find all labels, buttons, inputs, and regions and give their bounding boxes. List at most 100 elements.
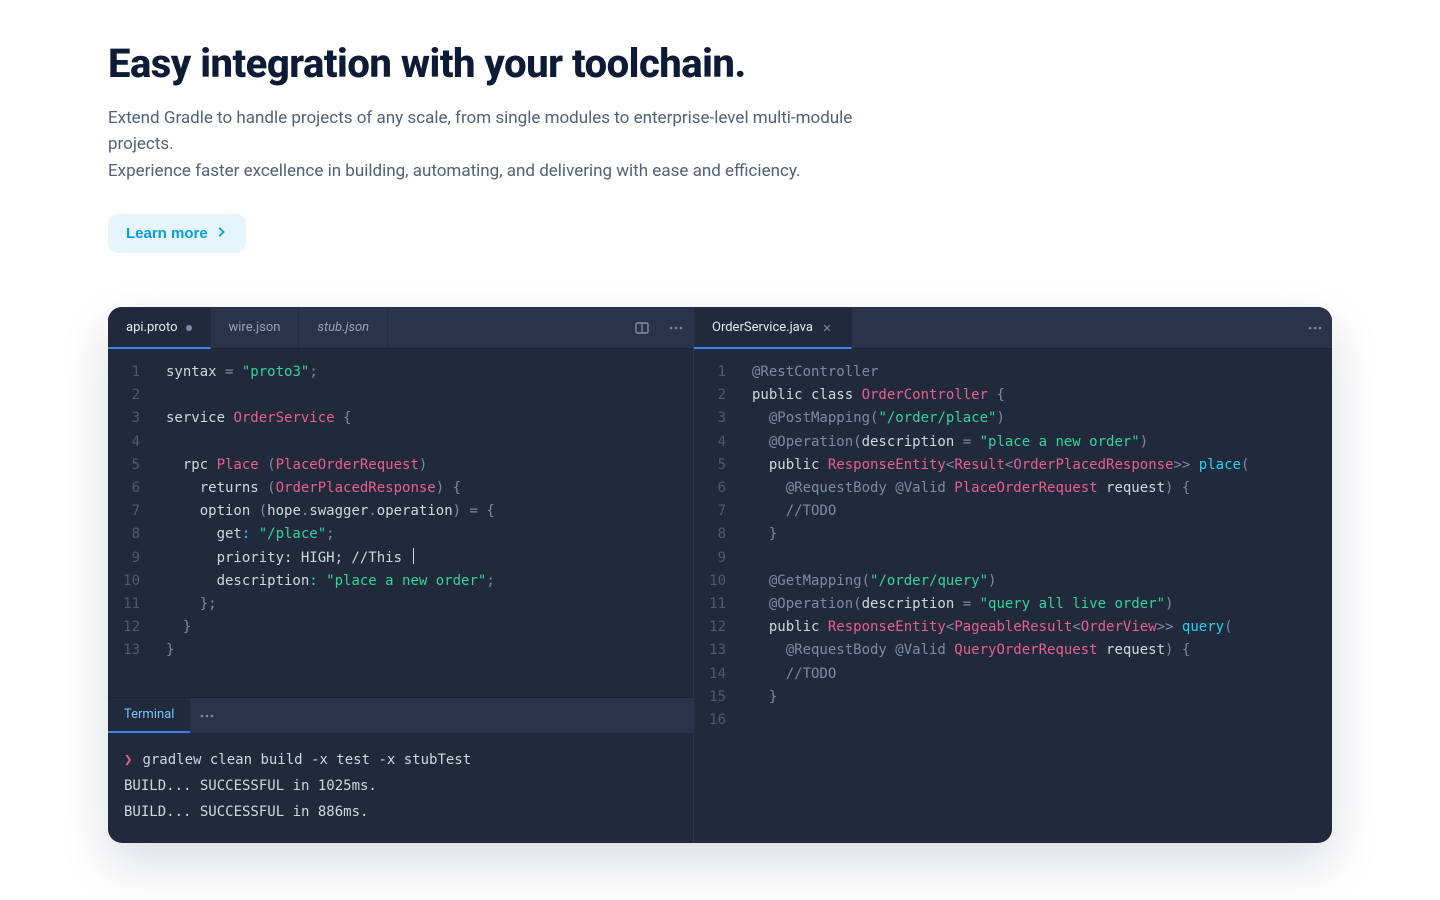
right-code-area[interactable]: 1@RestController2public class OrderContr… (694, 349, 1332, 843)
terminal-text: BUILD... SUCCESSFUL in 886ms. (124, 804, 368, 820)
chevron-right-icon (216, 225, 228, 242)
code-line: 7 option (hope.swagger.operation) = { (108, 500, 693, 523)
code-line: 1syntax = "proto3"; (108, 361, 693, 384)
learn-more-label: Learn more (126, 225, 208, 242)
code-line: 13 @RequestBody @Valid QueryOrderRequest… (694, 639, 1332, 662)
code-text: get: "/place"; (154, 523, 693, 546)
code-text: service OrderService { (154, 407, 693, 430)
subtitle-line-1: Extend Gradle to handle projects of any … (108, 108, 852, 154)
code-text: }; (154, 593, 693, 616)
line-number: 10 (108, 570, 154, 593)
code-line: 7 //TODO (694, 500, 1332, 523)
line-number: 16 (694, 709, 740, 732)
code-text: public ResponseEntity<Result<OrderPlaced… (740, 454, 1332, 477)
code-text: @RequestBody @Valid PlaceOrderRequest re… (740, 477, 1332, 500)
terminal-tab[interactable]: Terminal (108, 698, 190, 733)
tab-api-proto[interactable]: api.proto (108, 308, 211, 349)
more-icon[interactable] (1298, 307, 1332, 348)
line-number: 5 (108, 454, 154, 477)
line-number: 3 (108, 407, 154, 430)
tab-orderservice-java[interactable]: OrderService.java (694, 308, 852, 349)
code-text: } (740, 686, 1332, 709)
prompt-icon: ❯ (124, 752, 132, 768)
code-text: syntax = "proto3"; (154, 361, 693, 384)
tab-label: api.proto (126, 320, 178, 335)
line-number: 9 (694, 547, 740, 570)
code-line: 3 @PostMapping("/order/place") (694, 407, 1332, 430)
code-line: 13} (108, 639, 693, 662)
code-line: 2public class OrderController { (694, 384, 1332, 407)
code-line: 12 } (108, 616, 693, 639)
right-tab-bar: OrderService.java (694, 307, 1332, 349)
code-text: @GetMapping("/order/query") (740, 570, 1332, 593)
code-text: public class OrderController { (740, 384, 1332, 407)
line-number: 11 (108, 593, 154, 616)
left-code-area[interactable]: 1syntax = "proto3";23service OrderServic… (108, 349, 693, 697)
code-text: } (154, 616, 693, 639)
terminal-line: ❯gradlew clean build -x test -x stubTest (124, 747, 677, 773)
modified-dot-icon (186, 325, 192, 331)
code-text: @PostMapping("/order/place") (740, 407, 1332, 430)
line-number: 14 (694, 663, 740, 686)
code-line: 14 //TODO (694, 663, 1332, 686)
code-text: description: "place a new order"; (154, 570, 693, 593)
code-line: 9 (694, 547, 1332, 570)
editor-right-pane: OrderService.java 1@RestController2publi… (694, 307, 1332, 843)
code-line: 4 (108, 431, 693, 454)
code-text: //TODO (740, 663, 1332, 686)
split-editor-icon[interactable] (625, 307, 659, 348)
code-line: 2 (108, 384, 693, 407)
code-line: 6 returns (OrderPlacedResponse) { (108, 477, 693, 500)
ide-window: api.proto wire.json stub.json 1syntax = "p… (108, 307, 1332, 843)
code-text: rpc Place (PlaceOrderRequest) (154, 454, 693, 477)
terminal-output[interactable]: ❯gradlew clean build -x test -x stubTest… (108, 733, 693, 843)
tab-label: wire.json (229, 320, 281, 335)
line-number: 8 (694, 523, 740, 546)
terminal-tab-bar: Terminal (108, 697, 693, 733)
code-line: 10 description: "place a new order"; (108, 570, 693, 593)
code-text: public ResponseEntity<PageableResult<Ord… (740, 616, 1332, 639)
line-number: 1 (108, 361, 154, 384)
code-text (154, 384, 693, 407)
code-line: 1@RestController (694, 361, 1332, 384)
learn-more-button[interactable]: Learn more (108, 214, 246, 253)
code-line: 6 @RequestBody @Valid PlaceOrderRequest … (694, 477, 1332, 500)
code-text: //TODO (740, 500, 1332, 523)
code-line: 10 @GetMapping("/order/query") (694, 570, 1332, 593)
code-text (154, 431, 693, 454)
line-number: 1 (694, 361, 740, 384)
line-number: 4 (694, 431, 740, 454)
line-number: 5 (694, 454, 740, 477)
tab-stub-json[interactable]: stub.json (299, 307, 388, 348)
line-number: 7 (108, 500, 154, 523)
line-number: 3 (694, 407, 740, 430)
code-text (740, 709, 1332, 732)
line-number: 2 (108, 384, 154, 407)
line-number: 11 (694, 593, 740, 616)
line-number: 4 (108, 431, 154, 454)
more-icon[interactable] (659, 307, 693, 348)
more-icon[interactable] (190, 698, 224, 733)
code-line: 8 get: "/place"; (108, 523, 693, 546)
code-line: 9 priority: HIGH; //This (108, 547, 693, 570)
terminal-line: BUILD... SUCCESSFUL in 886ms. (124, 799, 677, 825)
editor-left-pane: api.proto wire.json stub.json 1syntax = "p… (108, 307, 694, 843)
tab-label: stub.json (317, 320, 369, 335)
line-number: 9 (108, 547, 154, 570)
code-line: 15 } (694, 686, 1332, 709)
code-line: 16 (694, 709, 1332, 732)
terminal-line: BUILD... SUCCESSFUL in 1025ms. (124, 773, 677, 799)
tab-wire-json[interactable]: wire.json (211, 307, 300, 348)
code-text: returns (OrderPlacedResponse) { (154, 477, 693, 500)
line-number: 12 (694, 616, 740, 639)
line-number: 6 (108, 477, 154, 500)
code-text: @RestController (740, 361, 1332, 384)
line-number: 13 (108, 639, 154, 662)
code-line: 3service OrderService { (108, 407, 693, 430)
line-number: 2 (694, 384, 740, 407)
page-title: Easy integration with your toolchain. (108, 40, 1332, 87)
close-icon[interactable] (821, 322, 833, 334)
line-number: 8 (108, 523, 154, 546)
line-number: 15 (694, 686, 740, 709)
code-text: } (740, 523, 1332, 546)
